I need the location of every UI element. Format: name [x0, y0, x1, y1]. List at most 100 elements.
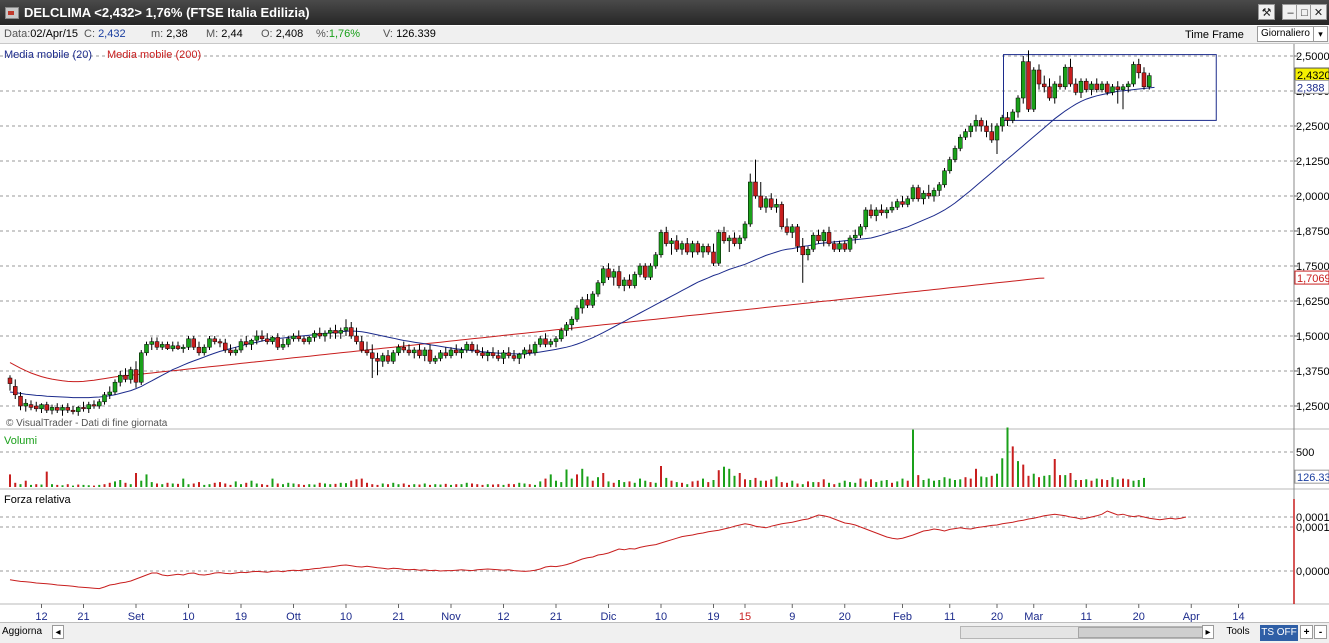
- candle: [181, 344, 186, 353]
- candle: [506, 347, 511, 359]
- volume-bar: [72, 485, 74, 487]
- volume-bar: [507, 483, 510, 487]
- candle: [86, 401, 91, 413]
- volume-bar: [1085, 479, 1088, 487]
- candle-body: [732, 237, 737, 244]
- candle: [133, 361, 139, 388]
- tools-button[interactable]: Tools: [1218, 625, 1258, 639]
- tools-icon[interactable]: ⚒: [1258, 4, 1275, 20]
- candle-body: [1052, 83, 1057, 99]
- candle: [601, 266, 606, 286]
- candle-body: [385, 355, 391, 362]
- volume-bar: [623, 482, 626, 487]
- candle-body: [637, 265, 643, 275]
- candle-body: [23, 402, 28, 407]
- candle-body: [847, 237, 853, 250]
- candle-body: [286, 338, 291, 345]
- candle-body: [65, 407, 70, 411]
- candle: [742, 221, 748, 241]
- volume-bar: [612, 482, 615, 487]
- volume-bar: [959, 479, 962, 487]
- candle-body: [506, 352, 511, 356]
- candle-body: [301, 338, 307, 342]
- candle-body: [837, 243, 842, 250]
- volume-bar: [891, 482, 893, 487]
- volume-bar: [245, 482, 248, 487]
- candle-body: [543, 338, 548, 345]
- candle: [265, 333, 270, 345]
- zoom-in-button[interactable]: +: [1300, 625, 1313, 639]
- candle-body: [979, 120, 984, 127]
- candle-body: [296, 335, 301, 340]
- volume-bar: [308, 484, 311, 487]
- candle-body: [422, 349, 427, 356]
- x-tick-label: 9: [789, 611, 795, 622]
- candle-body: [947, 159, 952, 172]
- candle-body: [123, 374, 128, 380]
- volume-bar: [1059, 475, 1061, 487]
- volume-bar: [528, 484, 531, 487]
- candle: [952, 145, 958, 163]
- candle-body: [769, 198, 774, 208]
- candle: [921, 190, 926, 205]
- candle: [611, 268, 616, 286]
- refresh-button[interactable]: Aggiorna: [2, 625, 52, 639]
- price-chart[interactable]: 500 0,00010,00010,0000 2,50002,37502,250…: [0, 44, 1329, 622]
- volume-bar: [686, 484, 689, 487]
- candle: [716, 229, 721, 266]
- candle: [280, 338, 286, 350]
- chart-app-icon: [5, 7, 19, 19]
- candle-body: [139, 352, 144, 383]
- candle: [501, 350, 506, 364]
- volume-bar: [303, 484, 305, 487]
- x-tick-label: Apr: [1183, 611, 1200, 622]
- ts-off-button[interactable]: TS OFF: [1260, 625, 1298, 641]
- candle-body: [317, 332, 322, 337]
- volume-bar: [707, 482, 710, 487]
- candle-body: [307, 337, 312, 342]
- chevron-down-icon[interactable]: ▾: [1313, 27, 1327, 41]
- candle-body: [359, 341, 364, 351]
- candle: [191, 336, 196, 350]
- ma20-legend: Media mobile (20): [4, 49, 93, 61]
- candle-body: [553, 338, 559, 342]
- rs-line: [9, 510, 1187, 590]
- volume-bar: [439, 484, 442, 487]
- candle-body: [695, 243, 700, 253]
- timeframe-select[interactable]: Giornaliero ▾: [1257, 26, 1328, 42]
- candle: [34, 401, 39, 412]
- scroll-right-button[interactable]: ▸: [1202, 625, 1214, 639]
- candle-body: [196, 346, 202, 354]
- candle: [1110, 84, 1115, 96]
- scroll-left-button[interactable]: ◂: [52, 625, 64, 639]
- candle: [160, 341, 165, 350]
- time-scrollbar-thumb[interactable]: [1078, 627, 1204, 638]
- volume-bar: [1122, 478, 1124, 487]
- candle: [97, 399, 102, 409]
- candle-body: [858, 226, 863, 236]
- volume-bar: [1001, 458, 1004, 487]
- zoom-out-button[interactable]: -: [1314, 625, 1327, 639]
- candle-body: [13, 386, 18, 396]
- candle: [149, 337, 154, 350]
- volume-bar: [502, 484, 505, 487]
- candle-body: [133, 369, 139, 383]
- volume-bar: [691, 481, 694, 487]
- candle-body: [821, 232, 826, 242]
- bottom-toolbar: Aggiorna ◂ ▸ Tools TS OFF + -: [0, 622, 1329, 643]
- candle-body: [1010, 111, 1015, 121]
- candle-body: [1026, 61, 1031, 110]
- candle: [1084, 78, 1089, 93]
- volume-bar: [360, 478, 363, 487]
- close-button[interactable]: ✕: [1310, 4, 1327, 20]
- candle-body: [448, 349, 454, 356]
- volume-bar: [1132, 480, 1135, 487]
- volume-bar: [807, 481, 809, 487]
- volume-bar: [912, 429, 914, 487]
- candle-body: [853, 234, 858, 239]
- volume-bar: [670, 480, 673, 487]
- candle-body: [128, 369, 133, 380]
- candle: [984, 120, 989, 138]
- volume-bar: [40, 484, 43, 487]
- candle: [853, 229, 858, 244]
